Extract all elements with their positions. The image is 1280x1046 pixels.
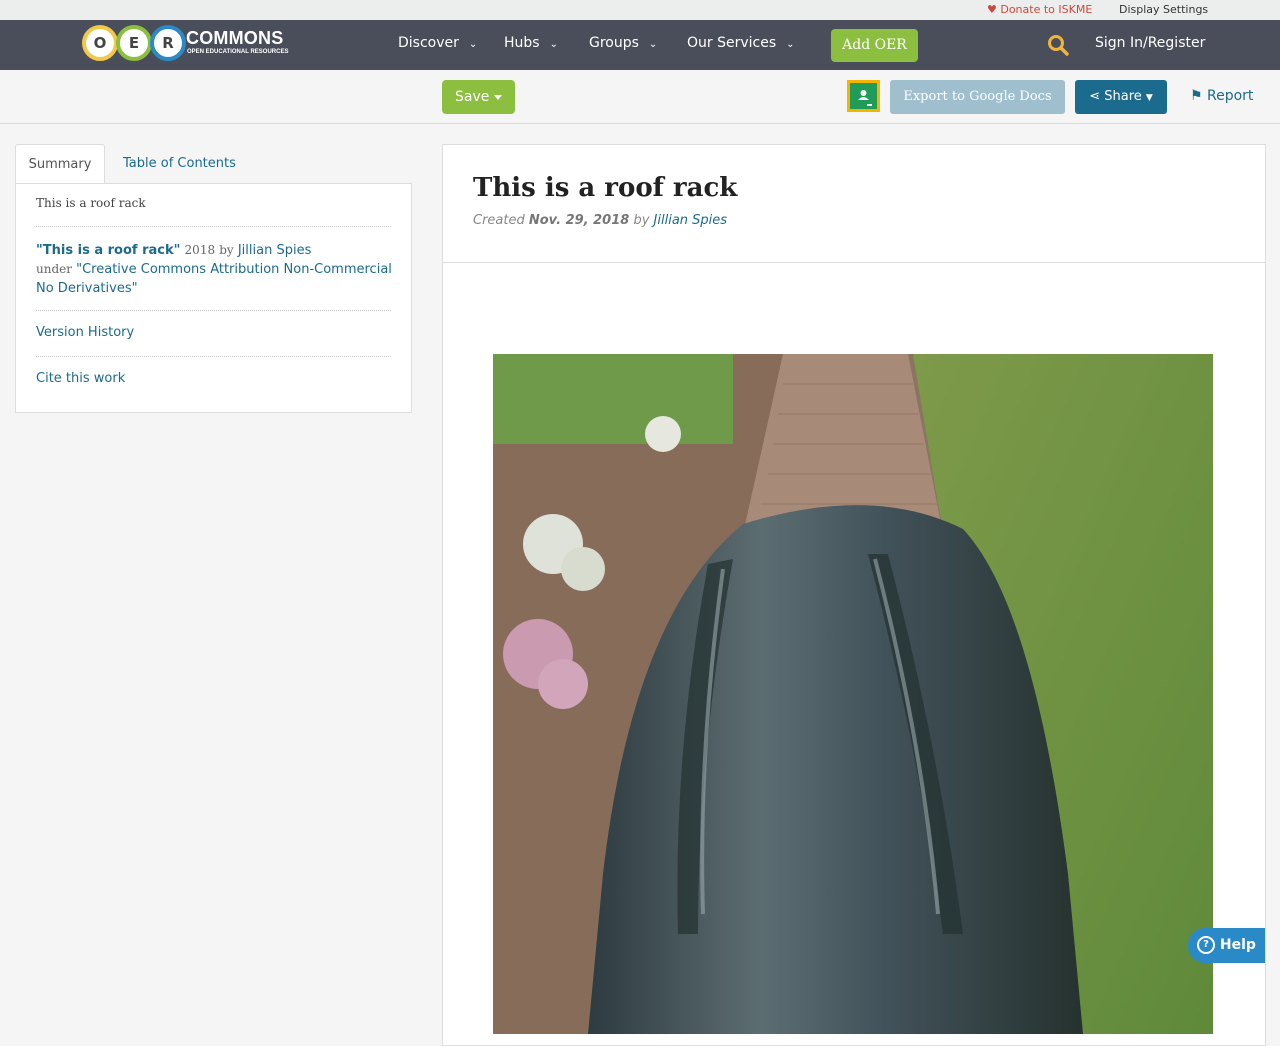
question-icon: ? — [1197, 936, 1215, 954]
utility-bar: ♥ Donate to ISKME Display Settings — [0, 0, 1280, 20]
logo-letter-e: E — [116, 25, 152, 61]
attribution-by: by — [219, 243, 234, 257]
nav-discover[interactable]: Discover ⌄ — [398, 35, 477, 51]
attribution: "This is a roof rack" 2018 by Jillian Sp… — [36, 241, 396, 298]
license-link[interactable]: "Creative Commons Attribution Non-Commer… — [36, 262, 392, 296]
help-button[interactable]: ? Help — [1188, 928, 1265, 963]
created-label: Created — [473, 213, 525, 228]
resource-toolbar: Save Export to Google Docs ⋖ Share ▼ ⚑ R… — [0, 70, 1280, 124]
add-oer-button[interactable]: Add OER — [831, 29, 918, 62]
roof-rack-photo — [493, 354, 1213, 1034]
nav-groups[interactable]: Groups ⌄ — [589, 35, 657, 51]
chevron-down-icon: ⌄ — [549, 39, 558, 50]
chevron-down-icon: ⌄ — [786, 39, 795, 50]
report-label: Report — [1207, 88, 1254, 104]
save-button[interactable]: Save — [442, 80, 515, 114]
cite-this-work-link[interactable]: Cite this work — [36, 371, 125, 386]
share-icon: ⋖ — [1089, 89, 1101, 104]
save-label: Save — [455, 89, 490, 105]
by-label: by — [633, 213, 650, 228]
author-link[interactable]: Jillian Spies — [654, 213, 728, 228]
donate-link[interactable]: ♥ Donate to ISKME — [987, 3, 1092, 16]
version-history-link[interactable]: Version History — [36, 325, 134, 340]
logo-brand-text: COMMONS — [186, 28, 284, 48]
summary-text: This is a roof rack — [36, 196, 146, 210]
caret-down-icon — [494, 95, 502, 100]
export-google-docs-button[interactable]: Export to Google Docs — [890, 80, 1065, 114]
summary-panel: This is a roof rack "This is a roof rack… — [15, 183, 412, 413]
resource-meta: Created Nov. 29, 2018 by Jillian Spies — [473, 213, 727, 228]
google-classroom-icon[interactable] — [847, 80, 880, 112]
tab-table-of-contents[interactable]: Table of Contents — [123, 144, 236, 184]
logo-tagline: OPEN EDUCATIONAL RESOURCES — [187, 49, 289, 55]
caret-down-icon: ▼ — [1145, 93, 1153, 103]
nav-label: Our Services — [687, 35, 777, 51]
donate-label: Donate to ISKME — [1000, 3, 1093, 16]
display-settings-link[interactable]: Display Settings — [1119, 3, 1208, 16]
content-divider — [443, 262, 1265, 263]
nav-our-services[interactable]: Our Services ⌄ — [687, 35, 795, 51]
nav-label: Hubs — [504, 35, 540, 51]
logo-letter-r: R — [150, 25, 186, 61]
main-navbar: O E R COMMONS OPEN EDUCATIONAL RESOURCES… — [0, 20, 1280, 70]
share-button[interactable]: ⋖ Share ▼ — [1075, 80, 1167, 114]
sidebar-tabs: Summary Table of Contents — [15, 144, 412, 185]
attribution-title-link[interactable]: "This is a roof rack" — [36, 243, 180, 258]
attribution-year: 2018 — [184, 243, 216, 257]
report-link[interactable]: ⚑ Report — [1190, 88, 1253, 104]
attribution-author-link[interactable]: Jillian Spies — [238, 243, 312, 258]
resource-title: This is a roof rack — [473, 173, 738, 203]
logo-letter-o: O — [82, 25, 118, 61]
search-icon[interactable] — [1047, 34, 1069, 56]
person-icon — [858, 90, 872, 106]
created-date: Nov. 29, 2018 — [528, 213, 630, 228]
tab-summary[interactable]: Summary — [15, 144, 105, 185]
attribution-under: under — [36, 262, 72, 276]
divider — [36, 356, 391, 357]
oer-commons-logo[interactable]: O E R COMMONS OPEN EDUCATIONAL RESOURCES — [82, 25, 292, 61]
divider — [36, 310, 391, 311]
flag-icon: ⚑ — [1190, 88, 1203, 104]
sign-in-register-link[interactable]: Sign In/Register — [1095, 35, 1205, 51]
help-label: Help — [1219, 937, 1256, 953]
nav-label: Groups — [589, 35, 639, 51]
chevron-down-icon: ⌄ — [648, 39, 658, 50]
resource-content: This is a roof rack Created Nov. 29, 201… — [442, 144, 1266, 1046]
nav-hubs[interactable]: Hubs ⌄ — [504, 35, 558, 51]
share-label: Share — [1104, 89, 1142, 104]
divider — [36, 226, 391, 227]
nav-label: Discover — [398, 35, 459, 51]
chevron-down-icon: ⌄ — [468, 39, 478, 50]
